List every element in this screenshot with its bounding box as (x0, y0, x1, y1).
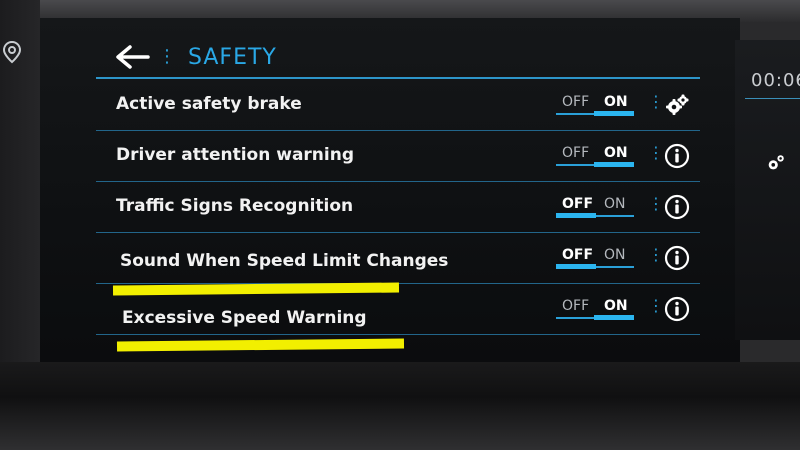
setting-row-driver-attention-warning: Driver attention warning OFF ON ⋮ (96, 131, 700, 182)
toggle-on-label: ON (604, 145, 628, 161)
toggle-thumb (556, 213, 596, 218)
header-divider (96, 77, 700, 79)
setting-label: Excessive Speed Warning (122, 308, 367, 328)
toggle-thumb (594, 162, 634, 167)
gear-icon[interactable] (664, 92, 690, 118)
clock: 00:06 (751, 70, 800, 91)
header-separator: ⋮ (158, 46, 176, 67)
toggle-off-label: OFF (562, 145, 590, 161)
back-arrow-icon[interactable] (112, 42, 152, 72)
toggle-thumb (556, 264, 596, 269)
info-icon[interactable] (664, 194, 690, 220)
traffic-signs-recognition-toggle[interactable]: OFF ON (556, 194, 636, 218)
row-separator: ⋮ (648, 92, 664, 111)
row-separator: ⋮ (648, 194, 664, 213)
toggle-on-label: ON (604, 196, 626, 212)
excessive-speed-warning-toggle[interactable]: OFF ON (556, 296, 636, 320)
toggle-off-label: OFF (562, 94, 590, 110)
bezel-bottom (0, 362, 800, 450)
setting-row-sound-when-speed-limit-changes: Sound When Speed Limit Changes OFF ON ⋮ (96, 233, 700, 284)
toggle-on-label: ON (604, 94, 628, 110)
row-separator: ⋮ (648, 245, 664, 264)
setting-label: Driver attention warning (116, 145, 355, 165)
header: ⋮ SAFETY (112, 40, 277, 74)
page-title: SAFETY (188, 44, 277, 70)
info-icon[interactable] (664, 143, 690, 169)
toggle-off-label: OFF (562, 298, 590, 314)
setting-label: Active safety brake (116, 94, 302, 114)
setting-label: Traffic Signs Recognition (116, 196, 354, 216)
setting-row-traffic-signs-recognition: Traffic Signs Recognition OFF ON ⋮ (96, 182, 700, 233)
row-separator: ⋮ (648, 143, 664, 162)
setting-label: Sound When Speed Limit Changes (120, 251, 449, 271)
row-separator: ⋮ (648, 296, 664, 315)
active-safety-brake-toggle[interactable]: OFF ON (556, 92, 636, 116)
sound-when-speed-limit-changes-toggle[interactable]: OFF ON (556, 245, 636, 269)
info-icon[interactable] (664, 245, 690, 271)
toggle-thumb (594, 111, 634, 116)
settings-gear-icon[interactable] (765, 152, 787, 178)
toggle-thumb (594, 315, 634, 320)
toggle-on-label: ON (604, 247, 626, 263)
right-panel-divider (745, 98, 800, 99)
setting-row-active-safety-brake: Active safety brake OFF ON ⋮ (96, 80, 700, 131)
toggle-off-label: OFF (562, 247, 594, 263)
toggle-off-label: OFF (562, 196, 594, 212)
toggle-on-label: ON (604, 298, 628, 314)
driver-attention-warning-toggle[interactable]: OFF ON (556, 143, 636, 167)
right-side-panel: 00:06 (735, 40, 800, 340)
info-icon[interactable] (664, 296, 690, 322)
location-pin-icon[interactable] (2, 40, 22, 68)
